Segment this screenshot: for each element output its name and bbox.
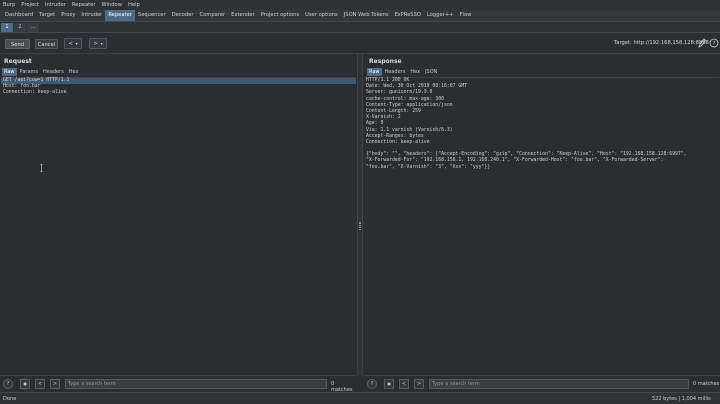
response-view-tabs: Raw Headers Hex JSON [367,68,439,76]
response-tab-headers[interactable]: Headers [383,68,408,76]
menu-window[interactable]: Window [102,2,122,8]
menu-repeater[interactable]: Repeater [72,2,96,8]
search-prev-button[interactable]: < [399,379,409,389]
tab-repeater[interactable]: Repeater [105,10,135,21]
chevron-left-icon: < [68,40,73,47]
request-tab-headers[interactable]: Headers [41,68,66,76]
tab-target[interactable]: Target [36,10,58,21]
forward-button[interactable]: > ▾ [89,38,107,49]
status-text: Done [3,396,17,402]
request-search-bar: ? < > Type a search term 0 matches [0,375,357,393]
pencil-icon[interactable] [698,38,706,48]
request-title: Request [4,58,32,65]
repeater-tab-1[interactable]: 1 [1,23,13,32]
menu-intruder[interactable]: Intruder [45,2,66,8]
tab-sequencer[interactable]: Sequencer [135,10,169,21]
cancel-button[interactable]: Cancel [35,39,58,49]
response-tab-json[interactable]: JSON [423,68,439,76]
tab-intruder[interactable]: Intruder [78,10,105,21]
search-settings-icon[interactable] [20,379,30,389]
help-icon[interactable]: ? [367,379,377,389]
chevron-right-icon: > [93,40,98,47]
menu-burp[interactable]: Burp [3,2,15,8]
response-panel: Response Raw Headers Hex JSON HTTP/1.1 2… [363,54,720,375]
send-button[interactable]: Send [5,39,30,49]
tab-proxy[interactable]: Proxy [58,10,78,21]
request-tab-raw[interactable]: Raw [2,68,17,76]
svg-text:?: ? [713,41,716,47]
request-editor[interactable]: GET /api?cow=1 HTTP/1.1 Host: foo.bar Co… [1,77,356,375]
response-tab-raw[interactable]: Raw [367,68,382,76]
request-line[interactable]: Connection: keep-alive [1,90,356,96]
request-tab-hex[interactable]: Hex [67,68,81,76]
back-button[interactable]: < ▾ [64,38,82,49]
response-tab-hex[interactable]: Hex [408,68,422,76]
repeater-tab-2[interactable]: 2 [14,23,26,32]
help-icon[interactable]: ? [3,379,13,389]
search-next-button[interactable]: > [50,379,60,389]
tab-comparer[interactable]: Comparer [196,10,228,21]
help-icon[interactable]: ? [709,38,719,48]
tab-json-web-tokens[interactable]: JSON Web Tokens [341,10,392,21]
tab-decoder[interactable]: Decoder [169,10,197,21]
repeater-toolbar: Send Cancel < ▾ > ▾ Target: http://192.1… [0,33,720,54]
chevron-down-icon: ▾ [75,40,78,46]
splitter-grip-icon [359,222,361,230]
response-line: "foo.bar", "X-Varnish": "3", "Xxx": "yyy… [366,164,491,170]
tab-user-options[interactable]: User options [302,10,341,21]
menu-project[interactable]: Project [21,2,39,8]
text-cursor-icon [40,164,43,172]
menu-bar: Burp Project Intruder Repeater Window He… [0,0,720,10]
response-editor[interactable]: HTTP/1.1 200 OK Date: Wed, 30 Oct 2019 0… [364,77,719,375]
search-next-button[interactable]: > [414,379,424,389]
tab-logger-plus-plus[interactable]: Logger++ [424,10,457,21]
request-view-tabs: Raw Params Headers Hex [2,68,81,76]
request-search-input[interactable]: Type a search term [65,379,327,389]
response-match-count: 0 matches [693,381,720,387]
status-bar: Done 522 bytes | 1,004 millis [0,392,720,404]
chevron-down-icon: ▾ [100,40,103,46]
request-panel: Request Raw Params Headers Hex GET /api?… [0,54,357,375]
repeater-tab-new[interactable]: ... [27,23,39,32]
response-stats: 522 bytes | 1,004 millis [652,396,711,402]
repeater-tabs: 1 2 ... [0,22,720,33]
response-search-bar: ? < > Type a search term 0 matches [363,375,720,392]
tab-espresso[interactable]: EsPReSSO [392,10,424,21]
response-title: Response [369,58,402,65]
tool-tabs: Dashboard Target Proxy Intruder Repeater… [0,10,720,22]
tab-extender[interactable]: Extender [228,10,257,21]
tab-project-options[interactable]: Project options [258,10,303,21]
tab-flow[interactable]: Flow [457,10,475,21]
tab-dashboard[interactable]: Dashboard [2,10,36,21]
menu-help[interactable]: Help [128,2,140,8]
search-settings-icon[interactable] [384,379,394,389]
response-search-input[interactable]: Type a search term [429,379,689,389]
search-prev-button[interactable]: < [35,379,45,389]
target-label: Target: http://192.168.158.128:8888 [614,40,709,46]
request-tab-params[interactable]: Params [18,68,40,76]
